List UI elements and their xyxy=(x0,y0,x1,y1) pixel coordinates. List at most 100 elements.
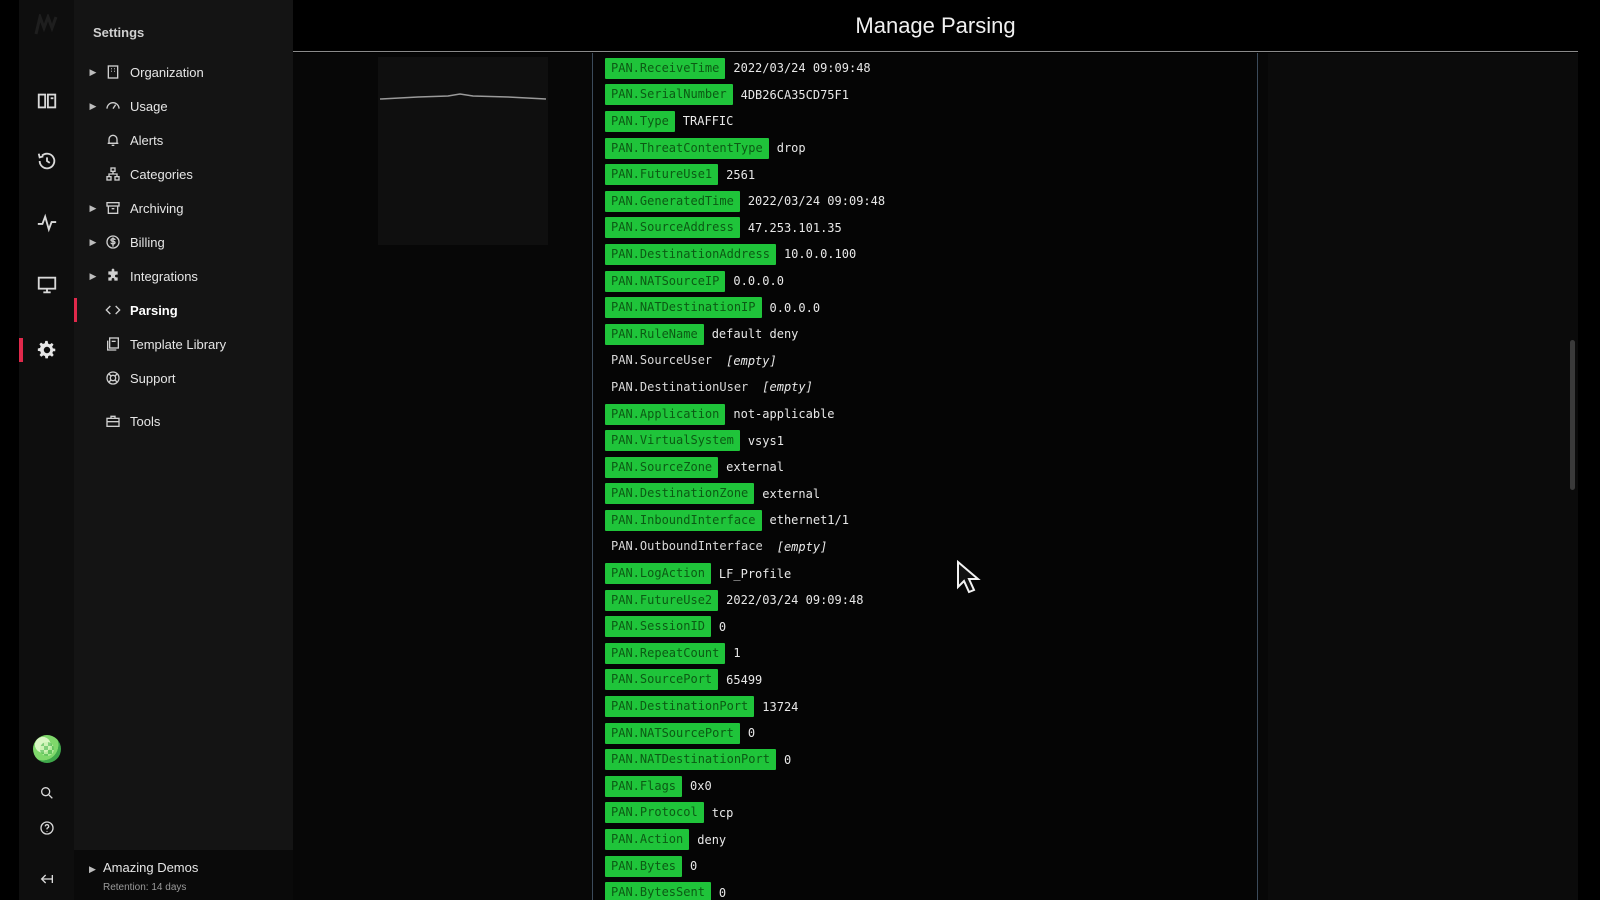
scrollbar[interactable] xyxy=(1570,340,1575,490)
field-row: PAN.Bytes 0 xyxy=(605,853,885,880)
hierarchy-icon xyxy=(104,165,122,183)
field-row: PAN.NATSourcePort 0 xyxy=(605,720,885,747)
page-title: Manage Parsing xyxy=(855,13,1016,38)
field-key[interactable]: PAN.Action xyxy=(605,829,690,851)
field-key[interactable]: PAN.SerialNumber xyxy=(605,84,733,106)
field-key[interactable]: PAN.NATDestinationIP xyxy=(605,297,762,319)
field-key[interactable]: PAN.ReceiveTime xyxy=(605,57,726,79)
right-panel xyxy=(1268,53,1578,900)
field-key[interactable]: PAN.BytesSent xyxy=(605,882,711,900)
field-key[interactable]: PAN.Protocol xyxy=(605,802,704,824)
sidebar-item-label: Support xyxy=(130,370,176,386)
field-key[interactable]: PAN.Bytes xyxy=(605,855,683,877)
field-key[interactable]: PAN.OutboundInterface xyxy=(605,536,769,557)
field-value: tcp xyxy=(711,805,734,820)
field-value: default deny xyxy=(711,327,799,342)
field-key[interactable]: PAN.DestinationPort xyxy=(605,696,755,718)
sidebar-item-label: Parsing xyxy=(130,302,178,318)
logo-icon[interactable] xyxy=(34,11,60,36)
sidebar-item-label: Organization xyxy=(130,64,204,80)
sidebar-item-parsing[interactable]: Parsing xyxy=(74,297,293,323)
search-icon[interactable] xyxy=(34,780,60,806)
sidebar-item-integrations[interactable]: ▶ Integrations xyxy=(74,263,293,289)
lifebuoy-icon xyxy=(104,369,122,387)
field-key[interactable]: PAN.DestinationUser xyxy=(605,377,754,398)
sidebar-item-usage[interactable]: ▶ Usage xyxy=(74,93,293,119)
sidebar-item-billing[interactable]: ▶ Billing xyxy=(74,229,293,255)
field-key[interactable]: PAN.DestinationAddress xyxy=(605,243,776,265)
history-icon[interactable] xyxy=(34,148,60,174)
field-key[interactable]: PAN.GeneratedTime xyxy=(605,190,740,212)
field-key[interactable]: PAN.Application xyxy=(605,403,726,425)
field-key[interactable]: PAN.RuleName xyxy=(605,323,704,345)
field-row: PAN.VirtualSystem vsys1 xyxy=(605,427,885,454)
field-value: drop xyxy=(776,141,806,156)
sidebar-item-label: Alerts xyxy=(130,132,164,148)
caret-right-icon[interactable]: ▶ xyxy=(84,67,102,78)
caret-right-icon[interactable]: ▶ xyxy=(84,203,102,214)
caret-right-icon[interactable]: ▶ xyxy=(84,237,102,248)
pulse-icon[interactable] xyxy=(34,210,60,236)
sidebar-item-categories[interactable]: Categories xyxy=(74,161,293,187)
field-key[interactable]: PAN.SourceAddress xyxy=(605,217,740,239)
toolbox-icon xyxy=(104,412,122,430)
caret-right-icon[interactable]: ▶ xyxy=(84,101,102,112)
field-key[interactable]: PAN.DestinationZone xyxy=(605,483,755,505)
field-value: 13724 xyxy=(762,699,799,714)
field-value: 0 xyxy=(783,752,792,767)
sidebar-item-tools[interactable]: Tools xyxy=(74,408,293,434)
field-key[interactable]: PAN.NATSourcePort xyxy=(605,722,740,744)
organization-switcher[interactable]: ▶ Amazing Demos Retention: 14 days xyxy=(74,850,293,900)
sidebar-item-label: Billing xyxy=(130,234,165,250)
field-value: 4DB26CA35CD75F1 xyxy=(740,87,849,102)
parsed-fields-panel[interactable]: PAN.ReceiveTime 2022/03/24 09:09:48 PAN.Se… xyxy=(592,53,1258,900)
field-value: ethernet1/1 xyxy=(769,513,849,528)
field-key[interactable]: PAN.SessionID xyxy=(605,616,711,638)
field-row: PAN.SourcePort 65499 xyxy=(605,667,885,694)
caret-right-icon[interactable]: ▶ xyxy=(84,271,102,282)
field-value: 2022/03/24 09:09:48 xyxy=(747,194,886,209)
field-value: external xyxy=(726,460,784,475)
organization-name: Amazing Demos xyxy=(103,860,199,875)
field-row: PAN.LogAction LF_Profile xyxy=(605,560,885,587)
field-key[interactable]: PAN.SourcePort xyxy=(605,669,719,691)
icon-rail xyxy=(19,0,74,900)
field-row: PAN.NATSourceIP 0.0.0.0 xyxy=(605,268,885,295)
field-value: 2022/03/24 09:09:48 xyxy=(733,61,871,76)
field-value: [empty] xyxy=(726,353,777,368)
monitor-icon[interactable] xyxy=(34,272,60,298)
sidebar-item-alerts[interactable]: Alerts xyxy=(74,127,293,153)
dashboards-icon[interactable] xyxy=(34,88,60,114)
sidebar-item-organization[interactable]: ▶ Organization xyxy=(74,59,293,85)
field-key[interactable]: PAN.FutureUse1 xyxy=(605,164,719,186)
sidebar-item-template-library[interactable]: Template Library xyxy=(74,331,293,357)
field-key[interactable]: PAN.ThreatContentType xyxy=(605,137,769,159)
field-key[interactable]: PAN.RepeatCount xyxy=(605,642,726,664)
sidebar-item-archiving[interactable]: ▶ Archiving xyxy=(74,195,293,221)
gear-icon[interactable] xyxy=(34,337,60,363)
field-key[interactable]: PAN.VirtualSystem xyxy=(605,430,740,452)
field-value: 1 xyxy=(733,646,741,661)
field-key[interactable]: PAN.NATSourceIP xyxy=(605,270,726,292)
gauge-icon xyxy=(104,97,122,115)
field-key[interactable]: PAN.Type xyxy=(605,110,675,132)
field-key[interactable]: PAN.NATDestinationPort xyxy=(605,749,776,771)
code-icon xyxy=(104,301,122,319)
avatar[interactable] xyxy=(33,735,61,763)
collapse-icon[interactable] xyxy=(34,866,60,892)
field-list: PAN.ReceiveTime 2022/03/24 09:09:48 PAN.Se… xyxy=(605,55,885,900)
field-key[interactable]: PAN.SourceUser xyxy=(605,350,718,371)
field-value: TRAFFIC xyxy=(682,114,734,129)
preview-thumbnail xyxy=(378,57,548,245)
help-icon[interactable] xyxy=(34,815,60,841)
field-value: 65499 xyxy=(726,672,763,687)
field-key[interactable]: PAN.Flags xyxy=(605,775,683,797)
field-key[interactable]: PAN.FutureUse2 xyxy=(605,589,719,611)
field-value: 47.253.101.35 xyxy=(747,220,842,235)
field-key[interactable]: PAN.InboundInterface xyxy=(605,509,762,531)
field-key[interactable]: PAN.SourceZone xyxy=(605,456,719,478)
field-key[interactable]: PAN.LogAction xyxy=(605,563,711,585)
sidebar-item-support[interactable]: Support xyxy=(74,365,293,391)
sidebar-item-label: Tools xyxy=(130,413,161,429)
sidebar-item-label: Template Library xyxy=(130,336,227,352)
